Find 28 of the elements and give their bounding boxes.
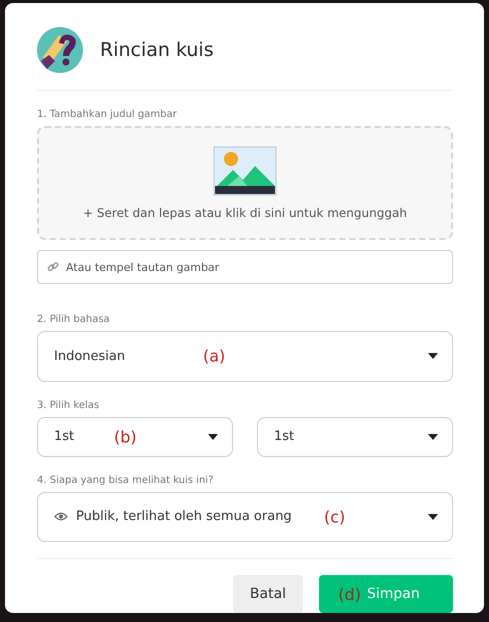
link-icon bbox=[47, 261, 59, 273]
field-label: 3. Pilih kelas bbox=[37, 400, 100, 410]
pencil-question-icon bbox=[37, 27, 83, 73]
dropdown-select[interactable]: Publik, terlihat oleh semua orang (c) bbox=[37, 492, 453, 542]
upload-hint: + Seret dan lepas atau klik di sini untuk mengunggah bbox=[83, 206, 407, 220]
annotation-label: (a) bbox=[203, 346, 226, 366]
image-icon bbox=[213, 146, 277, 196]
caret-icon bbox=[208, 434, 218, 440]
dropdown-select[interactable]: Indonesian (a) bbox=[37, 331, 453, 382]
caret-icon bbox=[428, 434, 438, 440]
upload-dropzone[interactable]: + Seret dan lepas atau klik di sini untuk mengunggah bbox=[37, 126, 453, 240]
dialog-title: Rincian kuis bbox=[100, 39, 214, 61]
eye-icon bbox=[54, 512, 68, 522]
caret-icon bbox=[428, 514, 438, 520]
image-link-field[interactable]: Atau tempel tautan gambar bbox=[37, 250, 453, 284]
annotation-label: (c) bbox=[324, 507, 346, 526]
field-label: 2. Pilih bahasa bbox=[37, 314, 111, 325]
dropdown-select[interactable]: 1st (b) bbox=[37, 416, 233, 456]
select-value: 1st bbox=[274, 429, 294, 444]
cancel-button[interactable]: Batal bbox=[233, 575, 303, 613]
annotation-label: (b) bbox=[114, 427, 137, 446]
select-value: 1st bbox=[54, 429, 74, 444]
dropdown-select[interactable]: 1st bbox=[257, 416, 453, 456]
select-value: Indonesian bbox=[54, 348, 126, 364]
field-label: 4. Siapa yang bisa melihat kuis ini? bbox=[37, 474, 214, 486]
field-label: 1. Tambahkan judul gambar bbox=[37, 109, 178, 120]
caret-icon bbox=[428, 353, 438, 360]
select-value: Publik, terlihat oleh semua orang bbox=[76, 509, 292, 524]
